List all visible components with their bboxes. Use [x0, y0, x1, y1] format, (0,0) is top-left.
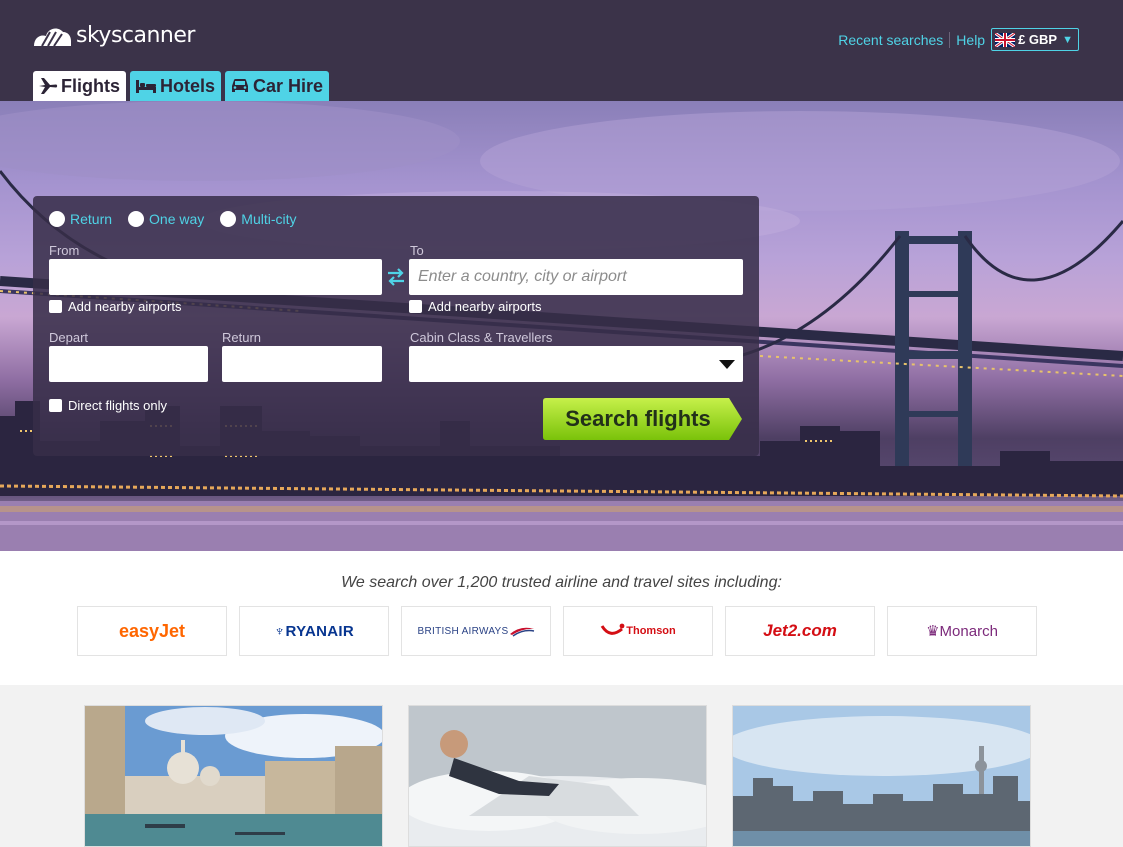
- tab-car-hire[interactable]: Car Hire: [225, 71, 330, 101]
- logo-text: RYANAIR: [285, 622, 355, 640]
- to-input[interactable]: [409, 259, 743, 295]
- plane-icon: [39, 78, 58, 94]
- ba-ribbon-icon: [509, 627, 534, 637]
- monarch-logo: ♛ Monarch: [887, 606, 1037, 656]
- partners-section: We search over 1,200 trusted airline and…: [0, 551, 1123, 685]
- cabin-travellers-select[interactable]: [409, 346, 743, 382]
- british-airways-logo: BRITISH AIRWAYS: [401, 606, 551, 656]
- help-link[interactable]: Help: [956, 32, 985, 48]
- depart-label: Depart: [49, 330, 89, 345]
- trip-type-one-way-radio[interactable]: One way: [128, 211, 204, 227]
- tab-flights[interactable]: Flights: [33, 71, 126, 101]
- to-field[interactable]: [409, 259, 743, 295]
- return-label: Return: [222, 330, 262, 345]
- tab-hotels[interactable]: Hotels: [130, 71, 222, 101]
- partner-logos: easyJet ♆ RYANAIR BRITISH AIRWAYS Thomso…: [77, 606, 1037, 656]
- nearby-airports-to-checkbox[interactable]: Add nearby airports: [409, 299, 541, 314]
- chevron-down-icon: ▼: [1062, 33, 1073, 46]
- nav-divider: [949, 31, 951, 48]
- easyjet-logo: easyJet: [77, 606, 227, 656]
- auckland-image: [733, 706, 1030, 846]
- bed-icon: [136, 80, 156, 93]
- logo-text: easyJet: [118, 620, 186, 641]
- flight-search-panel: Return One way Multi-city From To Add: [33, 196, 759, 456]
- smile-icon: [600, 623, 625, 635]
- radio-button[interactable]: [49, 211, 65, 227]
- logo-text: Monarch: [939, 622, 998, 640]
- radio-label: Return: [70, 211, 113, 227]
- nearby-airports-from-checkbox[interactable]: Add nearby airports: [49, 299, 181, 314]
- product-tabs: Flights Hotels Car Hire: [33, 71, 330, 101]
- cabin-label: Cabin Class & Travellers: [410, 330, 553, 345]
- checkbox-label: Add nearby airports: [428, 299, 542, 314]
- currency-selector[interactable]: £ GBP ▼: [991, 28, 1079, 51]
- cloud-logo-icon: [34, 28, 71, 47]
- tab-label: Hotels: [160, 75, 216, 96]
- partners-tagline: We search over 1,200 trusted airline and…: [341, 574, 782, 591]
- radio-label: One way: [149, 211, 205, 227]
- trip-type-options: Return One way Multi-city: [49, 211, 297, 227]
- brand-name: skyscanner: [76, 22, 195, 48]
- checkbox-label: Add nearby airports: [68, 299, 182, 314]
- recent-searches-link[interactable]: Recent searches: [838, 32, 943, 48]
- radio-label: Multi-city: [241, 211, 297, 227]
- auckland-card[interactable]: [732, 705, 1031, 847]
- swap-icon[interactable]: [385, 268, 407, 286]
- venice-card[interactable]: [84, 705, 383, 847]
- tab-label: Flights: [61, 75, 120, 96]
- top-nav: Recent searches Help £ GBP ▼: [838, 28, 1079, 51]
- skyscanner-logo[interactable]: skyscanner: [32, 20, 195, 50]
- ryanair-logo: ♆ RYANAIR: [239, 606, 389, 656]
- from-field[interactable]: [49, 259, 382, 295]
- to-label: To: [410, 243, 424, 258]
- return-date-field[interactable]: [222, 346, 382, 382]
- business-class-image: [409, 706, 706, 846]
- search-flights-label: Search flights: [565, 406, 711, 431]
- venice-image: [85, 706, 382, 846]
- thomson-logo: Thomson: [563, 606, 713, 656]
- radio-button[interactable]: [128, 211, 145, 227]
- currency-label: £ GBP: [1018, 32, 1058, 47]
- harp-icon: ♆: [273, 622, 286, 640]
- depart-date-field[interactable]: [49, 346, 208, 382]
- trip-type-return-radio[interactable]: Return: [49, 211, 112, 227]
- car-icon: [232, 79, 249, 92]
- search-flights-button[interactable]: Search flights: [543, 398, 743, 440]
- jet2-logo: Jet2.com: [725, 606, 875, 656]
- site-header: skyscanner Recent searches Help £ GBP ▼ …: [0, 0, 1123, 101]
- direct-flights-checkbox[interactable]: Direct flights only: [49, 398, 167, 413]
- uk-flag-icon: [995, 32, 1016, 47]
- checkbox-label: Direct flights only: [68, 398, 167, 413]
- trip-type-multi-city-radio[interactable]: Multi-city: [220, 211, 297, 227]
- logo-text: Jet2.com: [763, 621, 837, 640]
- from-label: From: [49, 243, 80, 258]
- dropdown-caret-icon: [719, 360, 735, 369]
- checkbox[interactable]: [49, 399, 62, 412]
- hero-banner: Return One way Multi-city From To Add: [0, 101, 1123, 551]
- tab-label: Car Hire: [253, 75, 324, 96]
- checkbox[interactable]: [409, 300, 422, 313]
- business-class-card[interactable]: [408, 705, 707, 847]
- checkbox[interactable]: [49, 300, 62, 313]
- destination-cards: [0, 685, 1123, 847]
- radio-button[interactable]: [220, 211, 237, 227]
- crown-icon: ♛: [926, 623, 940, 640]
- from-input[interactable]: [49, 259, 382, 295]
- logo-text: BRITISH AIRWAYS: [417, 625, 509, 637]
- logo-text: Thomson: [626, 625, 676, 637]
